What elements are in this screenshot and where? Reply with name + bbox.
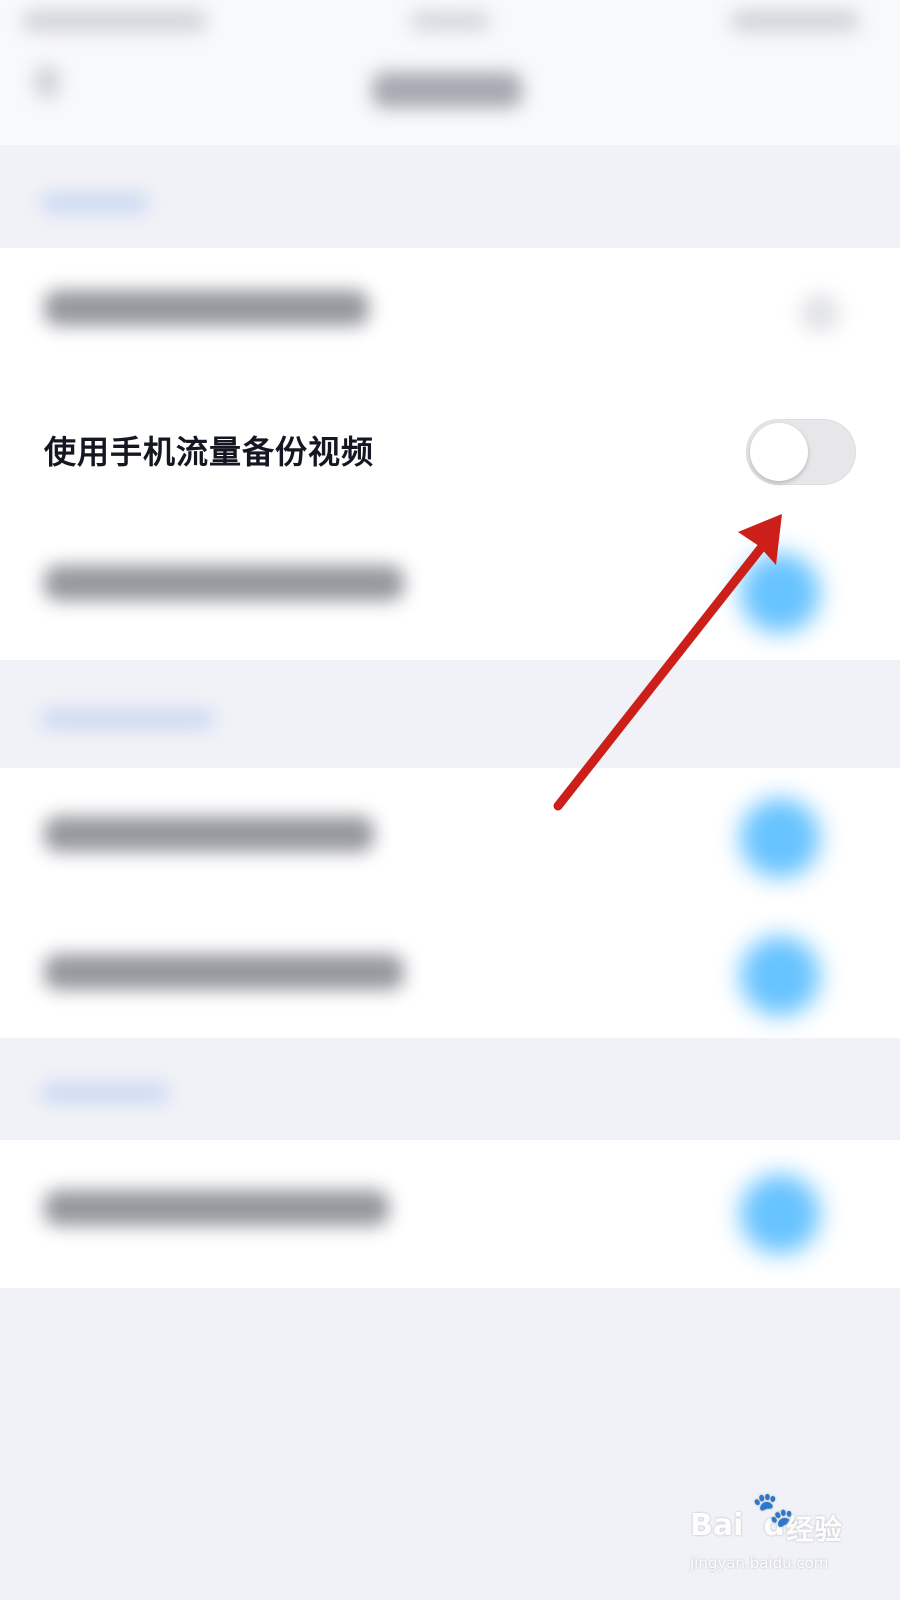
toggle-knob bbox=[750, 423, 808, 481]
row-label bbox=[44, 954, 404, 990]
settings-row-1[interactable] bbox=[0, 248, 900, 386]
row-label bbox=[44, 816, 374, 852]
backup-video-mobile-data-toggle[interactable] bbox=[746, 419, 856, 485]
settings-row-5[interactable] bbox=[0, 906, 900, 1044]
backup-video-mobile-data-label: 使用手机流量备份视频 bbox=[44, 433, 375, 471]
status-bar-icons bbox=[730, 10, 860, 32]
backup-video-mobile-data-row[interactable]: 使用手机流量备份视频 bbox=[0, 385, 900, 520]
row-label bbox=[44, 1190, 389, 1226]
settings-row-4[interactable] bbox=[0, 768, 900, 906]
settings-row-3[interactable] bbox=[0, 523, 900, 661]
toggle-switch-on[interactable] bbox=[740, 936, 820, 1016]
toggle-switch-on[interactable] bbox=[740, 1174, 820, 1254]
back-icon[interactable] bbox=[34, 65, 60, 99]
baidu-jingyan-watermark: Bai du 🐾 经验 jingyan.baidu.com bbox=[690, 1490, 860, 1590]
settings-screen: 使用手机流量备份视频 Bai du 🐾 经验 jingyan.baidu.com bbox=[0, 0, 900, 1600]
status-bar-center bbox=[410, 12, 490, 30]
toggle-switch-on[interactable] bbox=[740, 798, 820, 878]
section-header-1 bbox=[40, 192, 150, 214]
settings-card-2 bbox=[0, 768, 900, 1038]
status-bar-time bbox=[22, 10, 207, 32]
watermark-jingyan: 经验 bbox=[786, 1513, 843, 1546]
settings-card-3 bbox=[0, 1140, 900, 1288]
chevron-right-icon bbox=[800, 293, 840, 333]
page-title bbox=[372, 72, 522, 108]
section-header-2 bbox=[40, 708, 215, 730]
settings-row-6[interactable] bbox=[0, 1140, 900, 1278]
row-label bbox=[44, 565, 404, 601]
section-header-3 bbox=[40, 1082, 170, 1104]
watermark-url: jingyan.baidu.com bbox=[690, 1554, 829, 1572]
watermark-brand-start: Bai bbox=[690, 1508, 744, 1543]
top-navigation-bar bbox=[0, 0, 900, 145]
row-label bbox=[44, 290, 369, 326]
toggle-switch-on[interactable] bbox=[740, 553, 820, 633]
